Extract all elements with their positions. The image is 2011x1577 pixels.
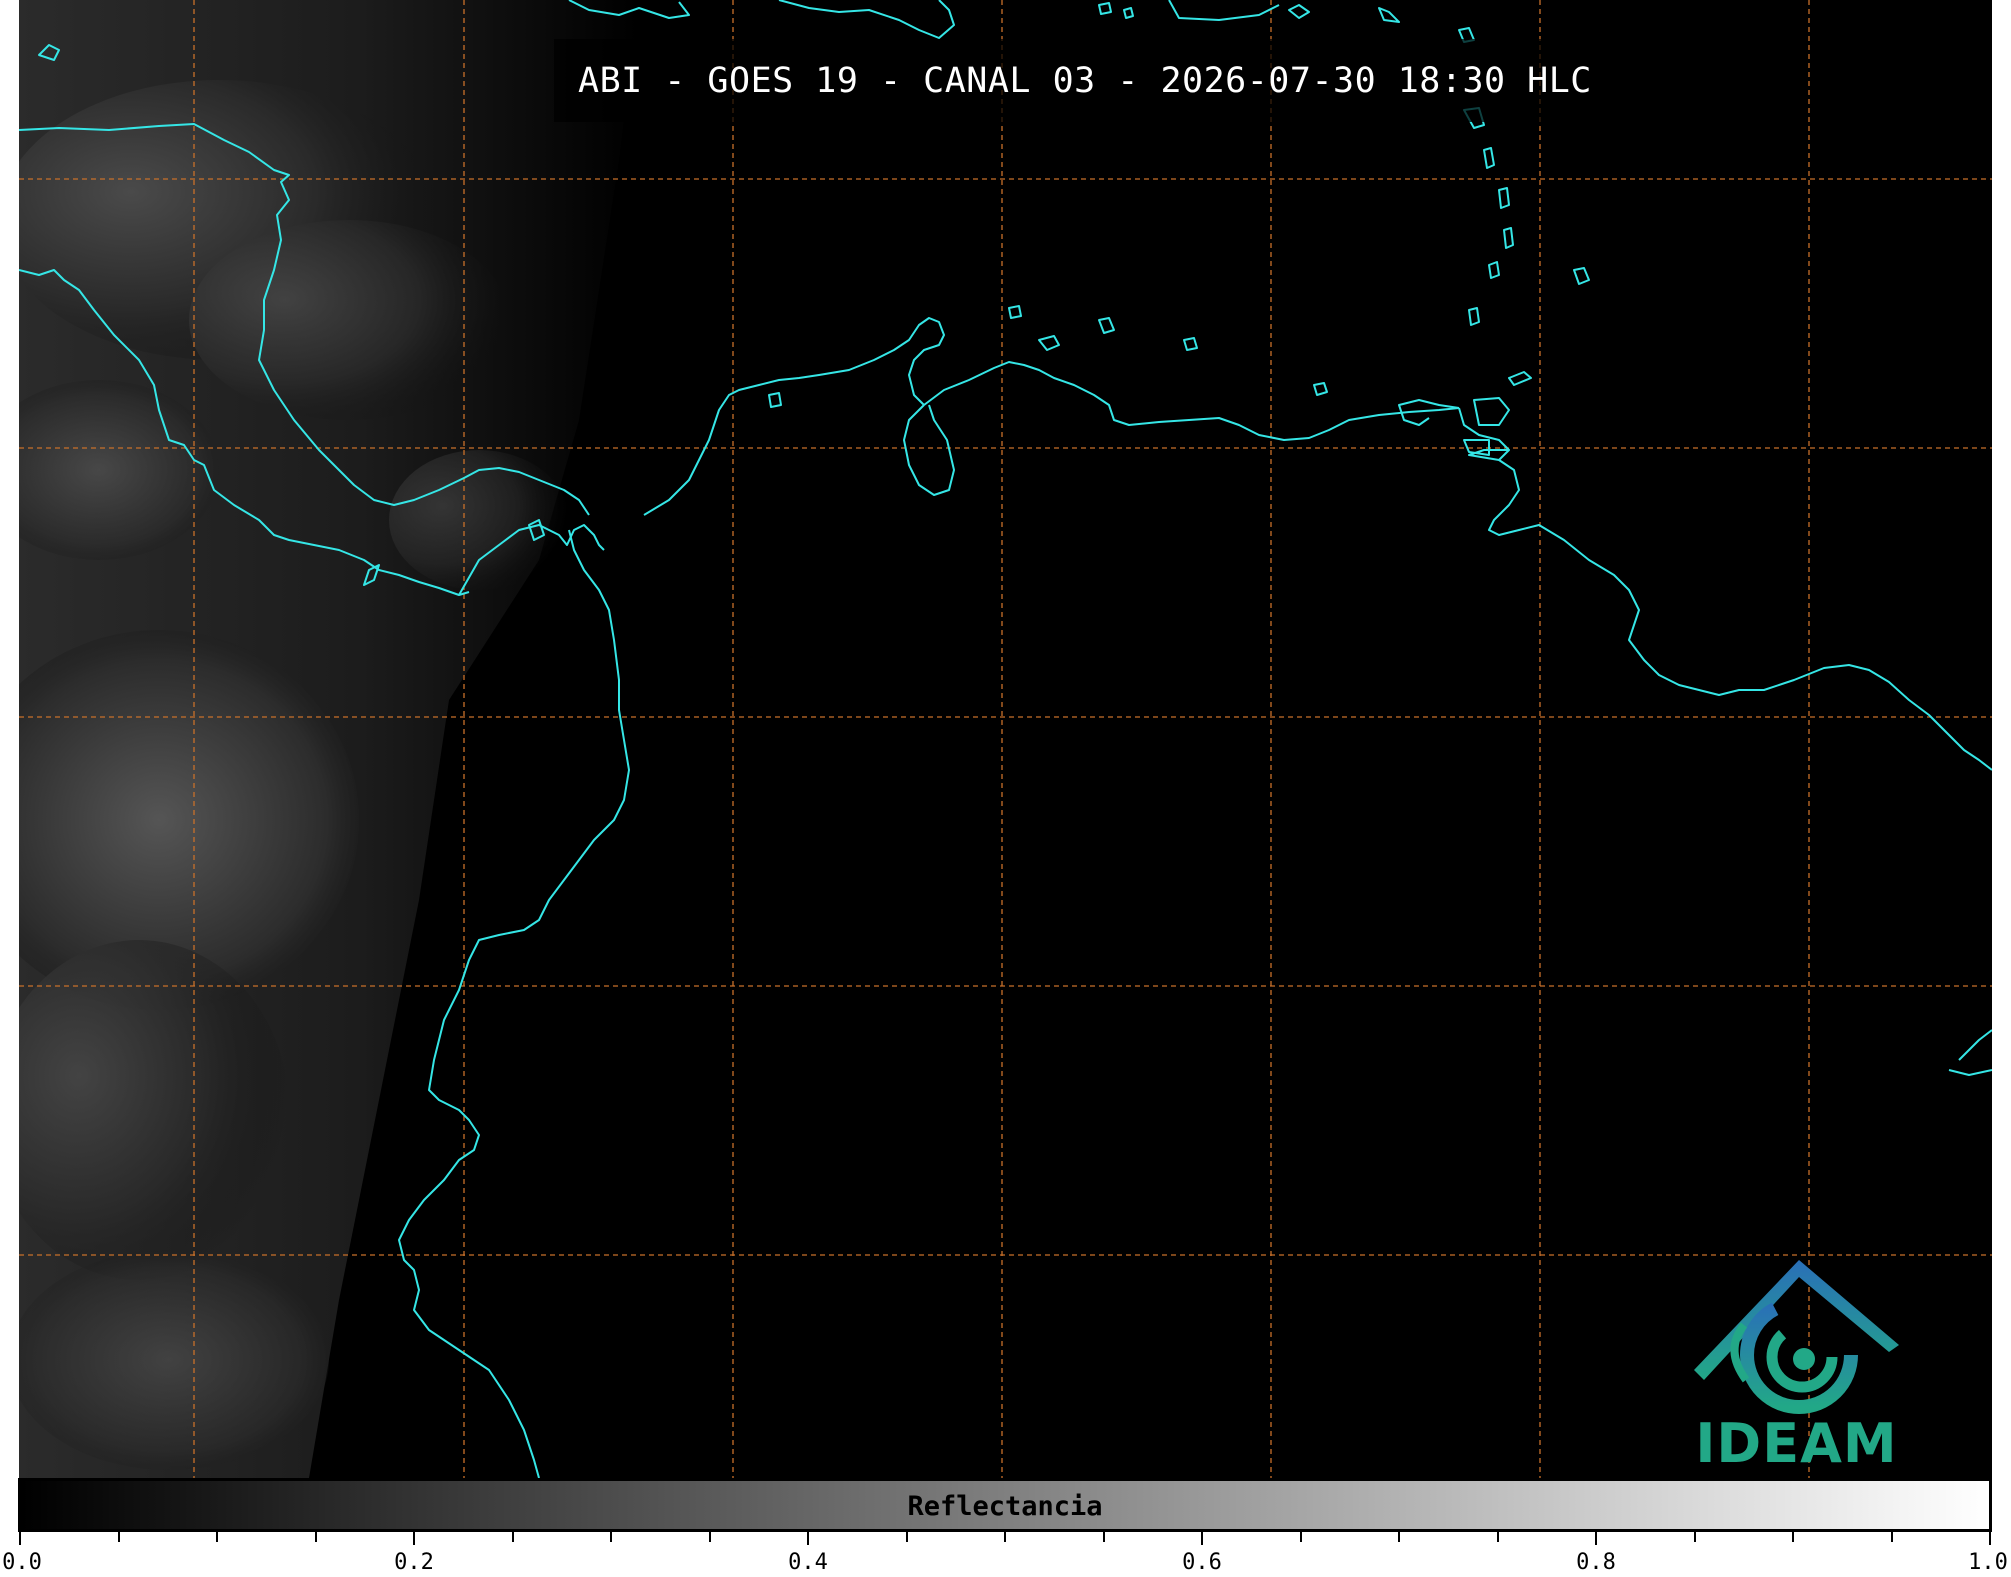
colorbar-tick bbox=[1890, 1532, 1893, 1542]
colorbar-tick-label: 1.0 bbox=[1968, 1550, 2008, 1575]
colorbar-tick bbox=[314, 1532, 317, 1542]
colorbar-tick bbox=[1201, 1532, 1203, 1545]
map-title: ABI - GOES 19 - CANAL 03 - 2026-07-30 18… bbox=[578, 60, 1592, 101]
colorbar-tick bbox=[1496, 1532, 1499, 1542]
colorbar-tick bbox=[1299, 1532, 1302, 1542]
ideam-emblem-icon bbox=[1694, 1260, 1899, 1414]
map-title-box: ABI - GOES 19 - CANAL 03 - 2026-07-30 18… bbox=[554, 39, 1616, 122]
ideam-logo: IDEAM bbox=[1684, 1255, 1909, 1475]
colorbar-tick bbox=[905, 1532, 908, 1542]
colorbar-tick bbox=[19, 1532, 21, 1545]
logo-text: IDEAM bbox=[1695, 1412, 1898, 1475]
colorbar-tick bbox=[1102, 1532, 1105, 1542]
colorbar-tick bbox=[1693, 1532, 1696, 1542]
colorbar-ticks: 0.0 0.2 0.4 0.6 0.8 1.0 bbox=[0, 1532, 2011, 1577]
colorbar-tick bbox=[1595, 1532, 1597, 1545]
colorbar-tick-label: 0.0 bbox=[2, 1550, 42, 1575]
cloud-field bbox=[19, 0, 639, 1478]
colorbar-tick bbox=[1989, 1532, 1991, 1545]
colorbar: Reflectancia bbox=[18, 1478, 1992, 1532]
satellite-map: ABI - GOES 19 - CANAL 03 - 2026-07-30 18… bbox=[19, 0, 1992, 1478]
colorbar-tick-label: 0.2 bbox=[394, 1550, 434, 1575]
colorbar-tick bbox=[610, 1532, 612, 1542]
colorbar-tick bbox=[1398, 1532, 1400, 1542]
colorbar-tick bbox=[1004, 1532, 1006, 1542]
colorbar-tick-label: 0.4 bbox=[788, 1550, 828, 1575]
colorbar-tick bbox=[708, 1532, 711, 1542]
colorbar-tick bbox=[1792, 1532, 1794, 1542]
colorbar-tick bbox=[117, 1532, 120, 1542]
colorbar-tick bbox=[807, 1532, 809, 1545]
colorbar-tick bbox=[413, 1532, 415, 1545]
colorbar-tick-label: 0.6 bbox=[1182, 1550, 1222, 1575]
colorbar-tick bbox=[216, 1532, 218, 1542]
colorbar-tick bbox=[511, 1532, 514, 1542]
colorbar-tick-label: 0.8 bbox=[1576, 1550, 1616, 1575]
colorbar-label: Reflectancia bbox=[907, 1491, 1103, 1522]
